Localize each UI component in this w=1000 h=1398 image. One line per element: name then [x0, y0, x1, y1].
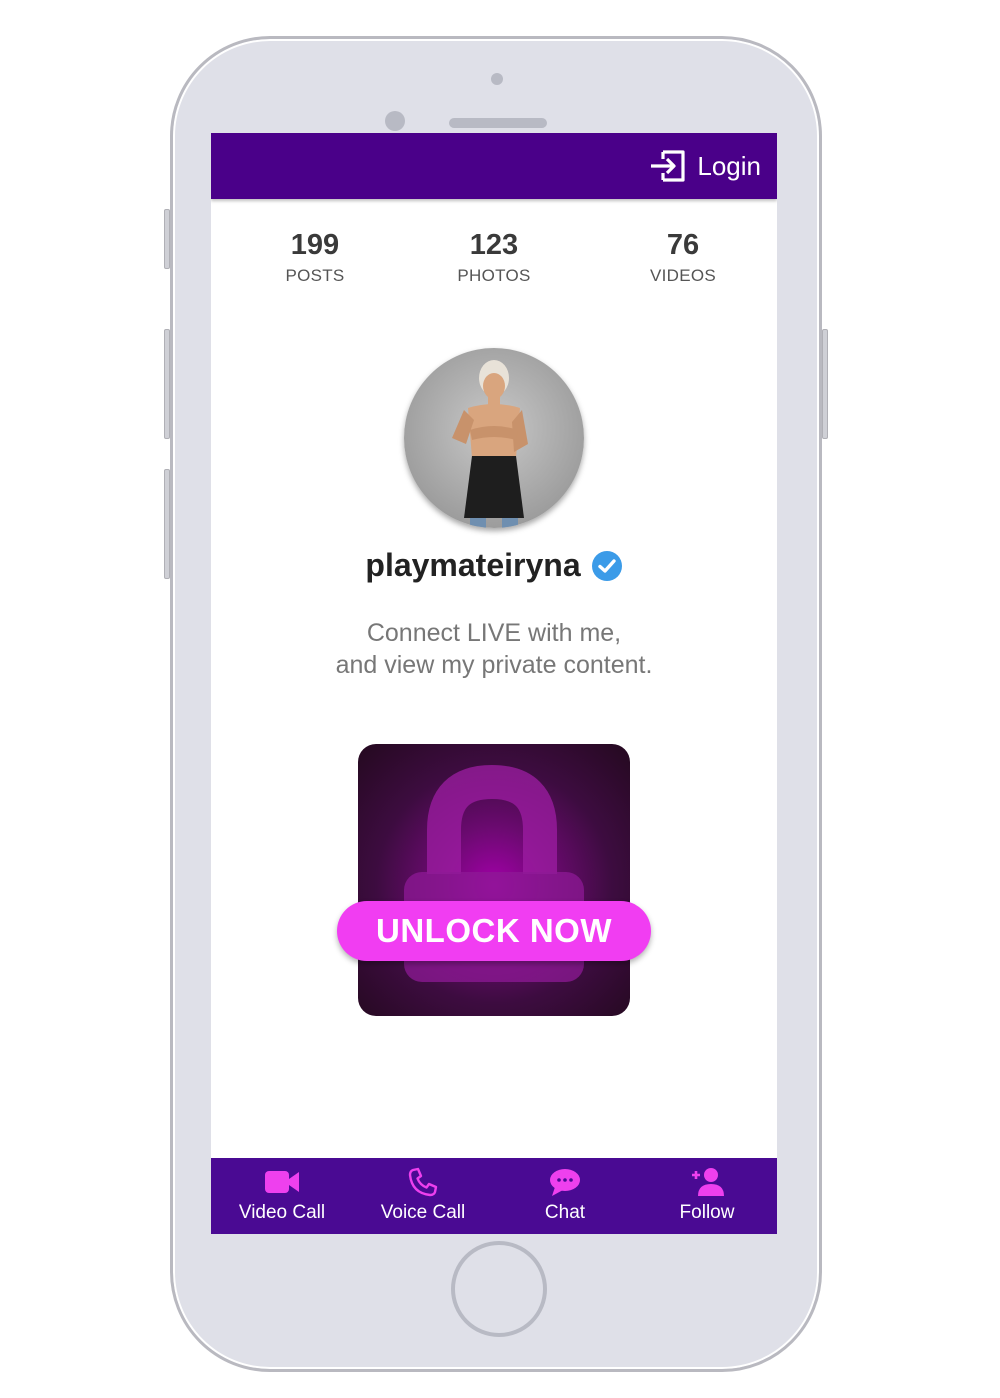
nav-video-call[interactable]: Video Call: [217, 1166, 347, 1228]
avatar-figure: [452, 360, 528, 528]
add-user-icon: [692, 1168, 724, 1196]
bottom-nav: Video Call Voice Call Chat Follow: [211, 1158, 777, 1234]
nav-follow[interactable]: Follow: [642, 1166, 772, 1228]
videos-label: VIDEOS: [649, 266, 717, 285]
unlock-now-button[interactable]: UNLOCK NOW: [337, 901, 651, 961]
profile-avatar[interactable]: [404, 348, 584, 528]
volume-down-button: [164, 469, 170, 579]
app-screen: Login 199 POSTS 123 PHOTOS 76 VIDEOS pla…: [211, 133, 777, 1234]
login-label: Login: [697, 150, 761, 181]
nav-chat[interactable]: Chat: [500, 1166, 630, 1228]
mute-switch: [164, 209, 170, 269]
login-icon: [651, 150, 685, 182]
stat-videos[interactable]: 76 VIDEOS: [613, 229, 753, 286]
chat-bubble-icon: [550, 1169, 580, 1196]
posts-count: 199: [290, 229, 340, 261]
nav-follow-label: Follow: [679, 1202, 735, 1223]
videos-count: 76: [666, 229, 700, 261]
earpiece-speaker: [449, 118, 547, 128]
profile-tagline: Connect LIVE with me, and view my privat…: [211, 617, 777, 681]
video-camera-icon: [265, 1171, 299, 1193]
stat-photos[interactable]: 123 PHOTOS: [424, 229, 564, 286]
top-bar: Login: [211, 133, 777, 199]
login-button[interactable]: Login: [649, 147, 761, 185]
power-button: [822, 329, 828, 439]
volume-up-button: [164, 329, 170, 439]
home-button[interactable]: [451, 1241, 547, 1337]
nav-chat-label: Chat: [544, 1202, 586, 1223]
stat-posts[interactable]: 199 POSTS: [245, 229, 385, 286]
nav-voice-call[interactable]: Voice Call: [358, 1166, 488, 1228]
front-camera: [385, 111, 405, 131]
username-row: playmateiryna: [211, 547, 777, 584]
verified-badge-icon: [591, 550, 622, 581]
tagline-line-1: Connect LIVE with me,: [366, 619, 622, 647]
proximity-sensor: [491, 73, 503, 85]
username: playmateiryna: [365, 547, 581, 583]
photos-label: PHOTOS: [457, 266, 531, 285]
phone-icon: [408, 1167, 438, 1197]
posts-label: POSTS: [285, 266, 345, 285]
nav-voice-call-label: Voice Call: [380, 1202, 466, 1223]
photos-count: 123: [469, 229, 519, 261]
stats-row: 199 POSTS 123 PHOTOS 76 VIDEOS: [211, 229, 777, 299]
tagline-line-2: and view my private content.: [335, 651, 653, 679]
locked-content-card[interactable]: [358, 744, 630, 1016]
padlock-icon: [404, 764, 584, 982]
nav-video-call-label: Video Call: [238, 1202, 326, 1223]
